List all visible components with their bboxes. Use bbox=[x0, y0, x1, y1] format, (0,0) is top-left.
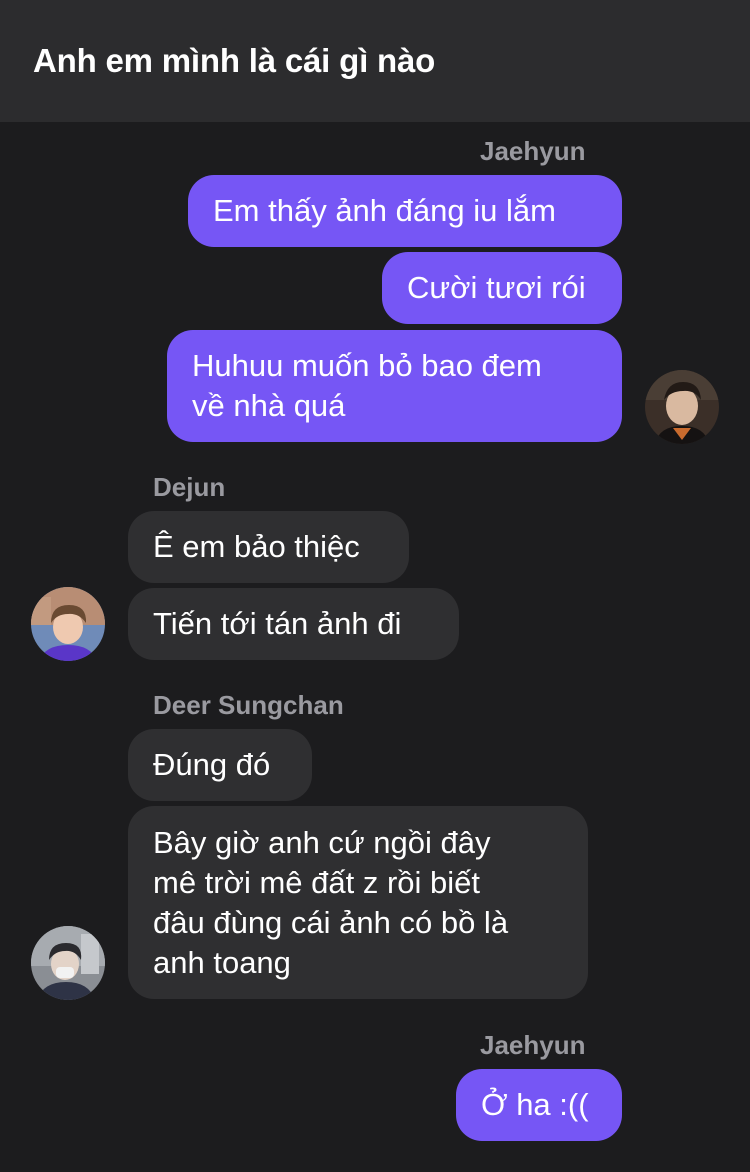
message-bubble[interactable]: Bây giờ anh cứ ngồi đây mê trời mê đất z… bbox=[128, 806, 588, 999]
message-text: Cười tươi rói bbox=[407, 270, 586, 305]
sender-name: Dejun bbox=[153, 472, 226, 502]
avatar-dejun[interactable] bbox=[31, 587, 105, 661]
sender-name: Jaehyun bbox=[480, 1030, 586, 1060]
avatar-sungchan[interactable] bbox=[31, 926, 105, 1000]
message-text: đâu đùng cái ảnh có bồ là bbox=[153, 905, 509, 940]
message-text: anh toang bbox=[153, 945, 291, 980]
message-text: về nhà quá bbox=[192, 388, 346, 423]
sender-name: Deer Sungchan bbox=[153, 690, 344, 720]
avatar-jaehyun[interactable] bbox=[645, 370, 719, 444]
message-bubble[interactable]: Ê em bảo thiệc bbox=[128, 511, 409, 583]
message-bubble[interactable]: Ở ha :(( bbox=[456, 1069, 622, 1141]
chat-title[interactable]: Anh em mình là cái gì nào bbox=[33, 42, 435, 80]
chat-header: Anh em mình là cái gì nào bbox=[0, 0, 750, 122]
message-bubble[interactable]: Đúng đó bbox=[128, 729, 312, 801]
message-text: Tiến tới tán ảnh đi bbox=[153, 606, 402, 641]
message-bubble[interactable]: Cười tươi rói bbox=[382, 252, 622, 324]
sender-name: Jaehyun bbox=[480, 136, 586, 166]
message-bubble[interactable]: Huhuu muốn bỏ bao đem về nhà quá bbox=[167, 330, 622, 442]
message-text: Bây giờ anh cứ ngồi đây bbox=[153, 825, 491, 860]
message-text: Ê em bảo thiệc bbox=[153, 529, 360, 564]
message-text: Em thấy ảnh đáng iu lắm bbox=[213, 193, 556, 228]
message-text: Ở ha :(( bbox=[481, 1087, 589, 1122]
message-text: Đúng đó bbox=[153, 747, 271, 782]
message-text: Huhuu muốn bỏ bao đem bbox=[192, 348, 542, 383]
message-bubble[interactable]: Tiến tới tán ảnh đi bbox=[128, 588, 459, 660]
message-text: mê trời mê đất z rồi biết bbox=[153, 865, 480, 900]
message-bubble[interactable]: Em thấy ảnh đáng iu lắm bbox=[188, 175, 622, 247]
